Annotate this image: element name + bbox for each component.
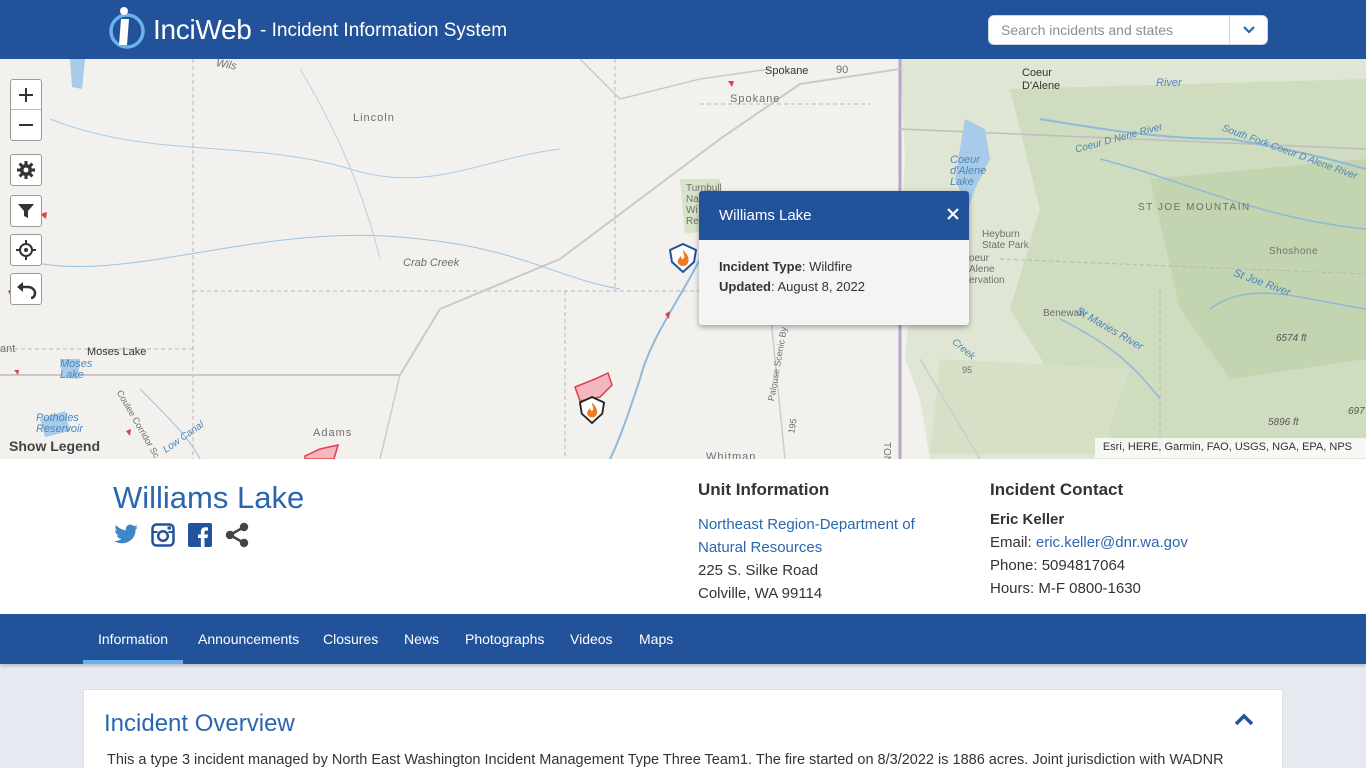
incident-info-panel: Williams Lake Unit Information Northeast… bbox=[0, 459, 1366, 614]
unit-info: Northeast Region-Department of Natural R… bbox=[698, 513, 915, 605]
contact-email-label: Email: bbox=[990, 534, 1032, 551]
contact-name: Eric Keller bbox=[990, 511, 1065, 528]
contact-hours: Hours: M-F 0800-1630 bbox=[990, 580, 1141, 597]
map-label-ton: TON bbox=[880, 442, 892, 459]
fire-marker-icon[interactable] bbox=[579, 396, 605, 424]
inciweb-logo-icon[interactable] bbox=[107, 5, 145, 51]
incident-map[interactable]: Spokane 90 Spokane Coeur D'Alene Lincoln… bbox=[0, 59, 1366, 459]
minus-icon bbox=[19, 124, 33, 126]
map-label-ant: ant bbox=[0, 343, 16, 355]
overview-text: This a type 3 incident managed by North … bbox=[107, 752, 1224, 768]
close-icon bbox=[947, 208, 959, 220]
share-button[interactable] bbox=[224, 522, 250, 548]
filter-icon bbox=[18, 204, 34, 218]
twitter-share-button[interactable] bbox=[113, 522, 139, 548]
map-label-coeur-alene-res: oeur Alene ervation bbox=[969, 253, 1005, 286]
unit-name-link-line2[interactable]: Natural Resources bbox=[698, 536, 915, 559]
unit-info-heading: Unit Information bbox=[698, 480, 830, 499]
contact-email-row: Email: eric.keller@dnr.wa.gov bbox=[990, 531, 1188, 554]
brand-name[interactable]: InciWeb bbox=[153, 14, 252, 46]
map-label-heyburn: Heyburn State Park bbox=[982, 229, 1029, 251]
tab-closures[interactable]: Closures bbox=[308, 614, 393, 664]
map-label-moses-lake-water: Moses Lake bbox=[60, 358, 93, 381]
map-label-lincoln: Lincoln bbox=[353, 112, 395, 124]
popup-updated-label: Updated bbox=[719, 279, 771, 294]
plus-icon bbox=[19, 87, 33, 102]
share-icon bbox=[225, 522, 249, 548]
tab-videos[interactable]: Videos bbox=[555, 614, 628, 664]
map-attribution: Esri, HERE, Garmin, FAO, USGS, NGA, EPA,… bbox=[1094, 438, 1366, 458]
map-label-adams: Adams bbox=[313, 427, 353, 439]
contact-phone: Phone: 5094817064 bbox=[990, 557, 1126, 574]
popup-updated: Updated: August 8, 2022 bbox=[719, 279, 865, 294]
popup-body: Incident Type: Wildfire Updated: August … bbox=[699, 240, 969, 314]
unit-address: 225 S. Silke Road bbox=[698, 562, 819, 579]
map-label-coeur-dalene-lake: Coeur d'Alene Lake bbox=[950, 154, 987, 188]
chevron-down-icon bbox=[1242, 26, 1255, 34]
undo-arrow-icon bbox=[17, 282, 37, 299]
overview-collapse-button[interactable] bbox=[1234, 712, 1254, 731]
popup-type-label: Incident Type bbox=[719, 259, 802, 274]
map-label-crab-creek: Crab Creek bbox=[403, 257, 460, 269]
map-label-hwy90: 90 bbox=[836, 64, 849, 76]
unit-name-link-line1[interactable]: Northeast Region-Department of bbox=[698, 513, 915, 536]
facebook-icon bbox=[188, 523, 212, 547]
incident-title: Williams Lake bbox=[113, 480, 305, 515]
map-label-river: River bbox=[1156, 77, 1182, 89]
popup-header: Williams Lake bbox=[699, 191, 969, 240]
contact-email-link[interactable]: eric.keller@dnr.wa.gov bbox=[1036, 534, 1188, 551]
map-label-whitman: Whitman bbox=[706, 451, 757, 459]
map-label-st-joe-mountain: ST JOE MOUNTAIN bbox=[1138, 202, 1251, 213]
map-label-spokane-top: Spokane bbox=[765, 65, 809, 77]
map-label-elev-697: 697 bbox=[1348, 406, 1365, 417]
search-input[interactable] bbox=[989, 16, 1230, 44]
popup-close-button[interactable] bbox=[947, 204, 959, 224]
settings-button[interactable] bbox=[10, 154, 42, 186]
tab-maps[interactable]: Maps bbox=[624, 614, 688, 664]
undo-extent-button[interactable] bbox=[10, 273, 42, 305]
incident-contact: Eric Keller Email: eric.keller@dnr.wa.go… bbox=[990, 508, 1188, 600]
map-label-shoshone: Shoshone bbox=[1269, 246, 1319, 257]
crosshair-icon bbox=[16, 240, 36, 260]
incident-contact-heading: Incident Contact bbox=[990, 480, 1124, 499]
map-label-moses-lake-city: Moses Lake bbox=[87, 346, 147, 358]
twitter-icon bbox=[114, 524, 138, 544]
search-box bbox=[988, 15, 1268, 45]
search-dropdown-toggle[interactable] bbox=[1229, 16, 1267, 44]
facebook-share-button[interactable] bbox=[187, 522, 213, 548]
popup-title: Williams Lake bbox=[719, 207, 812, 224]
brand-tagline: - Incident Information System bbox=[260, 20, 508, 41]
chevron-up-icon bbox=[1234, 713, 1254, 726]
map-label-coeur-dalene-city: Coeur D'Alene bbox=[1022, 67, 1061, 92]
overview-title: Incident Overview bbox=[104, 710, 295, 737]
gear-icon bbox=[17, 161, 35, 179]
zoom-in-button[interactable] bbox=[11, 80, 41, 110]
zoom-controls bbox=[10, 79, 42, 141]
instagram-icon bbox=[151, 523, 175, 547]
tab-news[interactable]: News bbox=[389, 614, 454, 664]
tab-photographs[interactable]: Photographs bbox=[450, 614, 559, 664]
tab-information[interactable]: Information bbox=[83, 614, 184, 664]
popup-incident-type: Incident Type: Wildfire bbox=[719, 259, 853, 274]
zoom-out-button[interactable] bbox=[11, 110, 41, 140]
social-share-links bbox=[113, 522, 250, 548]
popup-updated-value: August 8, 2022 bbox=[777, 279, 865, 294]
tab-announcements[interactable]: Announcements bbox=[183, 614, 314, 664]
map-label-hwy95: 95 bbox=[962, 365, 973, 375]
map-label-elev-5896: 5896 ft bbox=[1268, 417, 1299, 428]
show-legend-button[interactable]: Show Legend bbox=[9, 438, 100, 454]
map-label-spokane: Spokane bbox=[730, 93, 781, 105]
incident-popup: Williams Lake Incident Type: Wildfire Up… bbox=[699, 191, 969, 325]
incident-overview-card: Incident Overview This a type 3 incident… bbox=[83, 689, 1283, 768]
unit-city: Colville, WA 99114 bbox=[698, 585, 823, 602]
map-label-elev-6574: 6574 ft bbox=[1276, 333, 1307, 344]
locate-button[interactable] bbox=[10, 234, 42, 266]
popup-type-value: Wildfire bbox=[809, 259, 853, 274]
filter-button[interactable] bbox=[10, 195, 42, 227]
incident-tabs: Information Announcements Closures News … bbox=[0, 614, 1366, 664]
fire-marker-icon[interactable] bbox=[669, 243, 697, 273]
top-header: InciWeb - Incident Information System bbox=[0, 0, 1366, 59]
instagram-share-button[interactable] bbox=[150, 522, 176, 548]
map-label-potholes: Potholes Reservoir bbox=[36, 412, 84, 435]
